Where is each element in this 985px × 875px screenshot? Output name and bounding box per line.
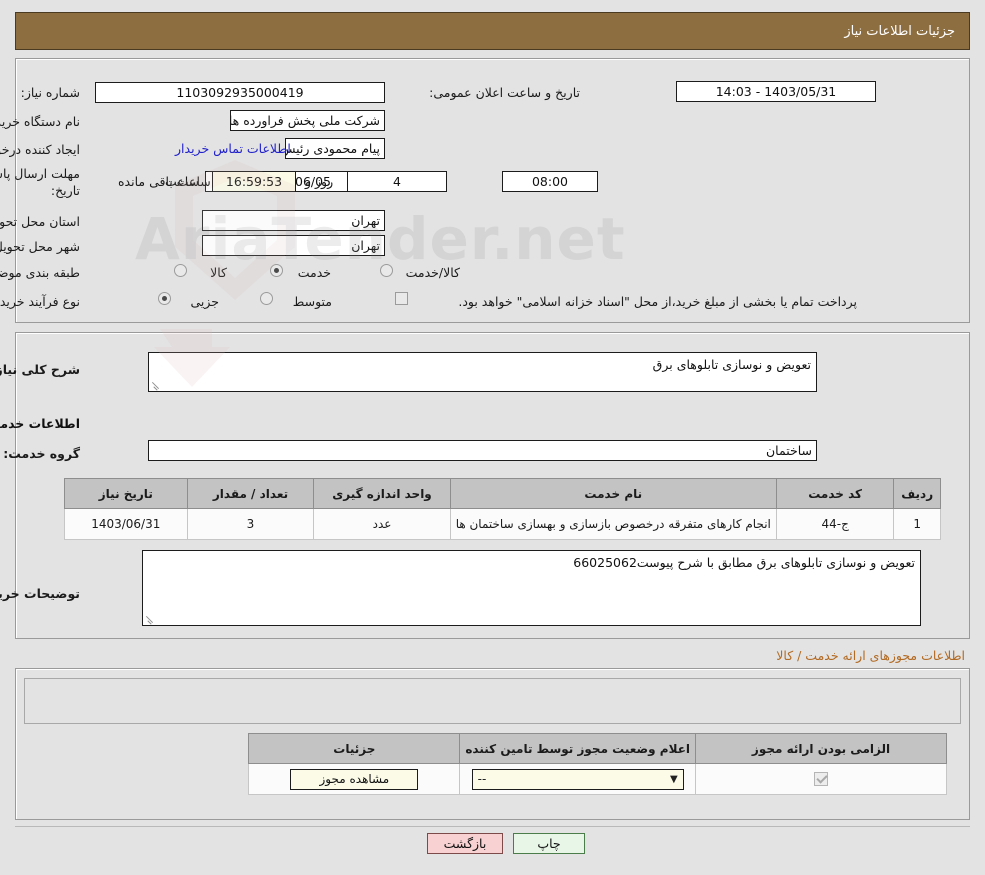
permits-table: الزامی بودن ارائه مجوز اعلام وضعیت مجوز … (248, 733, 947, 795)
cell-service-code: ج-44 (775, 508, 895, 540)
response-deadline-sublabel: تاریخ: (50, 183, 80, 198)
view-permit-button[interactable]: مشاهده مجوز (290, 768, 419, 790)
col-unit: واحد اندازه گیری (313, 478, 451, 509)
print-button[interactable]: چاپ (513, 833, 585, 854)
permit-status-dropdown[interactable]: ▼ -- (471, 768, 684, 790)
permits-inner-box (24, 678, 961, 724)
chevron-down-icon: ▼ (669, 773, 678, 785)
cell-need-date: 1403/06/31 (64, 508, 188, 540)
col-service-name: نام خدمت (449, 478, 777, 509)
col-need-date: تاریخ نیاز (64, 478, 188, 509)
deadline-time-field[interactable]: 08:00 (502, 171, 598, 192)
subject-category-label: طبقه بندی موضوعی: (0, 265, 80, 280)
delivery-province-label: استان محل تحویل: (0, 214, 80, 229)
cell-permit-required (695, 763, 947, 795)
back-button[interactable]: بازگشت (427, 833, 503, 854)
general-description-textarea[interactable]: تعویض و نوسازی تابلوهای برق (148, 352, 817, 392)
request-creator-field[interactable]: پیام محمودی رئیس خدمات فنی شرکت ملی پخش … (285, 138, 385, 159)
need-number-field[interactable]: 1103092935000419 (95, 82, 385, 103)
service-group-label: گروه خدمت: (3, 446, 80, 461)
services-table-header-row: ردیف کد خدمت نام خدمت واحد اندازه گیری ت… (64, 478, 941, 509)
buyer-org-field[interactable]: شرکت ملی پخش فراورده های نفتی (230, 110, 385, 131)
radio-category-goods-service-label: کالا/خدمت (405, 265, 460, 280)
general-description-text: تعویض و نوسازی تابلوهای برق (652, 357, 811, 372)
announce-datetime-label: تاریخ و ساعت اعلان عمومی: (429, 85, 580, 100)
col-permit-required: الزامی بودن ارائه مجوز (695, 733, 947, 764)
radio-category-goods[interactable] (174, 264, 187, 277)
permits-table-header-row: الزامی بودن ارائه مجوز اعلام وضعیت مجوز … (248, 733, 947, 764)
treasury-bonds-note: پرداخت تمام یا بخشی از مبلغ خرید،از محل … (458, 294, 857, 309)
delivery-city-label: شهر محل تحویل: (0, 239, 80, 254)
buyer-notes-label: توضیحات خریدار: (0, 586, 80, 601)
radio-process-medium-label: متوسط (292, 294, 332, 309)
delivery-city-field[interactable]: تهران (202, 235, 385, 256)
countdown-timer-field: 16:59:53 (212, 171, 296, 192)
table-row: ▼ -- مشاهده مجوز (248, 763, 947, 795)
delivery-province-field[interactable]: تهران (202, 210, 385, 231)
required-services-heading: اطلاعات خدمات مورد نیاز (0, 416, 80, 431)
radio-category-goods-service[interactable] (380, 264, 393, 277)
radio-process-medium[interactable] (260, 292, 273, 305)
remaining-hours-label: ساعت باقی مانده (118, 174, 211, 189)
remaining-days-field[interactable]: 4 (347, 171, 447, 192)
service-group-field[interactable]: ساختمان (148, 440, 817, 461)
cell-quantity: 3 (186, 508, 315, 540)
radio-category-service[interactable] (270, 264, 283, 277)
cell-permit-status: ▼ -- (459, 763, 696, 795)
radio-process-minor-label: جزیی (190, 294, 219, 309)
purchase-process-label: نوع فرآیند خرید : (0, 294, 80, 309)
need-number-label: شماره نیاز: (20, 85, 80, 100)
tender-detail-page: AriaTender.net جزئیات اطلاعات نیاز شماره… (0, 0, 985, 875)
page-header-bar: جزئیات اطلاعات نیاز (15, 12, 970, 50)
announce-datetime-field[interactable]: 1403/05/31 - 14:03 (676, 81, 876, 102)
permit-status-value: -- (477, 772, 487, 786)
col-permit-details: جزئیات (248, 733, 461, 764)
buyer-org-label: نام دستگاه خریدار: (0, 114, 80, 129)
request-creator-label: ایجاد کننده درخواست: (0, 142, 80, 157)
col-quantity: تعداد / مقدار (186, 478, 315, 509)
buyer-contact-link[interactable]: اطلاعات تماس خریدار (175, 141, 291, 156)
table-row: 1 ج-44 انجام کارهای متفرقه درخصوص بازساز… (64, 508, 941, 540)
radio-process-minor[interactable] (158, 292, 171, 305)
buyer-notes-textarea[interactable]: تعویض و نوسازی تابلوهای برق مطابق با شرح… (142, 550, 921, 626)
resize-grip-icon[interactable] (151, 380, 161, 390)
page-title: جزئیات اطلاعات نیاز (844, 23, 955, 39)
services-table: ردیف کد خدمت نام خدمت واحد اندازه گیری ت… (64, 478, 941, 540)
remaining-days-label: روز و (305, 174, 334, 189)
permit-required-checkbox (814, 772, 828, 787)
col-service-code: کد خدمت (775, 478, 895, 509)
col-row-number: ردیف (893, 478, 941, 509)
permits-section-title: اطلاعات مجوزهای ارائه خدمت / کالا (776, 648, 965, 663)
footer-divider (15, 826, 970, 827)
cell-row-number: 1 (893, 508, 941, 540)
treasury-bonds-checkbox[interactable] (395, 292, 408, 305)
radio-category-service-label: خدمت (297, 265, 331, 280)
buyer-notes-text: تعویض و نوسازی تابلوهای برق مطابق با شرح… (573, 555, 915, 570)
cell-permit-details: مشاهده مجوز (248, 763, 461, 795)
radio-category-goods-label: کالا (210, 265, 227, 280)
cell-service-name: انجام کارهای متفرقه درخصوص بازسازی و بهس… (449, 508, 777, 540)
general-description-label: شرح کلی نیاز: (0, 362, 80, 377)
cell-unit: عدد (313, 508, 451, 540)
resize-grip-icon[interactable] (145, 614, 155, 624)
response-deadline-label: مهلت ارسال پاسخ: تا (0, 166, 80, 181)
col-permit-status: اعلام وضعیت مجوز توسط تامین کننده (459, 733, 696, 764)
